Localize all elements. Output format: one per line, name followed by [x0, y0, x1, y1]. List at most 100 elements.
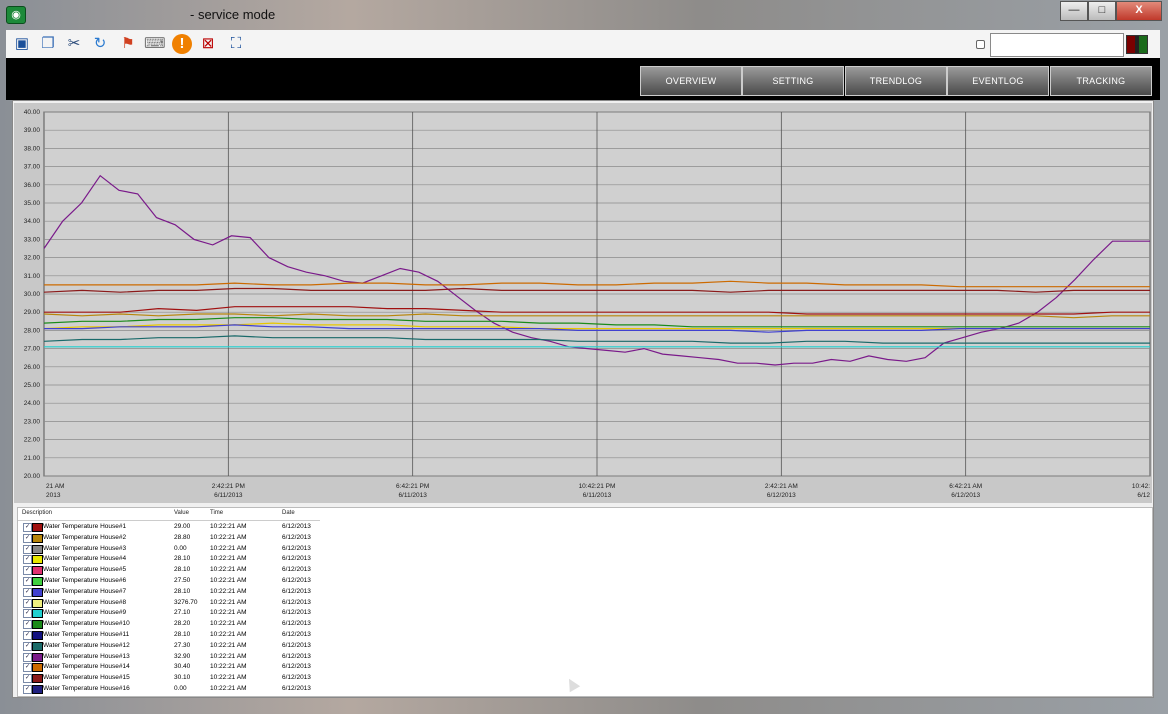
legend-row[interactable]: ✓ Water Temperature House#3 0.00 10:22:21 A… — [18, 544, 338, 554]
series-description: Water Temperature House#16 — [43, 685, 130, 692]
series-checkbox[interactable]: ✓ — [23, 620, 32, 630]
y-tick-label: 31.00 — [24, 273, 41, 280]
refresh-icon[interactable]: ↻ — [90, 34, 110, 54]
app-eye-icon[interactable]: ◉ — [6, 6, 26, 24]
y-tick-label: 21.00 — [24, 455, 41, 462]
series-checkbox[interactable]: ✓ — [23, 631, 32, 640]
tab-trendlog[interactable]: TRENDLOG — [845, 66, 947, 96]
legend-row[interactable]: ✓ Water Temperature House#5 28.10 10:22:21 … — [18, 565, 338, 576]
fullscreen-icon[interactable]: ⛶ — [226, 34, 246, 54]
legend-row[interactable]: ✓ Water Temperature House#9 27.10 10:22:21 … — [18, 608, 338, 619]
minimize-button[interactable]: — — [1060, 1, 1088, 21]
series-time: 10:22:21 AM — [210, 609, 247, 617]
close-button[interactable]: X — [1116, 1, 1162, 21]
legend-row[interactable]: ✓ Water Temperature House#11 28.10 10:22:21… — [18, 630, 338, 640]
series-date: 6/12/2013 — [282, 544, 311, 552]
tab-eventlog[interactable]: EVENTLOG — [947, 66, 1049, 96]
keyboard-icon[interactable]: ⌨ — [144, 34, 166, 54]
tab-overview[interactable]: OVERVIEW — [640, 66, 742, 96]
series-description: Water Temperature House#6 — [43, 577, 127, 584]
series-checkbox[interactable]: ✓ — [23, 598, 32, 608]
legend-row[interactable]: ✓ Water Temperature House#15 30.10 10:22:21… — [18, 673, 338, 684]
tab-tracking[interactable]: TRACKING — [1050, 66, 1152, 96]
series-value: 28.10 — [174, 566, 191, 574]
y-tick-label: 30.00 — [24, 291, 41, 298]
series-description: Water Temperature House#7 — [43, 587, 127, 595]
series-value: 27.30 — [174, 641, 191, 649]
series-time: 10:22:21 AM — [210, 587, 247, 595]
y-tick-label: 37.00 — [24, 164, 41, 171]
legend-row[interactable]: ✓ Water Temperature House#16 0.00 10:22:21 … — [18, 684, 338, 694]
series-color-swatch — [32, 652, 43, 662]
alert-icon[interactable]: ! — [172, 34, 192, 54]
series-time: 10:22:21 AM — [210, 631, 247, 638]
series-checkbox[interactable]: ✓ — [23, 577, 32, 586]
legend-row[interactable]: ✓ Water Temperature House#8 3276.70 10:22:2… — [18, 598, 338, 608]
series-checkbox[interactable]: ✓ — [23, 663, 32, 673]
x-tick-time-label: 2:42:21 PM — [212, 483, 245, 490]
series-color-swatch — [32, 685, 43, 694]
legend-row[interactable]: ✓ Water Temperature House#10 28.20 10:22:21… — [18, 619, 338, 630]
series-checkbox[interactable]: ✓ — [23, 544, 32, 554]
network-disconnect-icon[interactable]: ⊠ — [198, 34, 218, 54]
series-time: 10:22:21 AM — [210, 523, 247, 530]
series-date: 6/12/2013 — [282, 652, 311, 660]
series-checkbox[interactable]: ✓ — [23, 609, 32, 619]
tab-setting[interactable]: SETTING — [742, 66, 844, 96]
series-color-swatch — [32, 587, 43, 597]
legend-row[interactable]: ✓ Water Temperature House#4 28.10 10:22:21 … — [18, 554, 338, 565]
series-description: Water Temperature House#2 — [43, 533, 127, 541]
trend-panel: 40.00 39.00 38.00 37.00 36.00 35.00 34.00 33.00… — [12, 100, 1154, 698]
y-tick-label: 36.00 — [24, 182, 41, 189]
series-checkbox[interactable]: ✓ — [23, 685, 32, 694]
x-tick-time-label: 21 AM — [46, 483, 64, 490]
maximize-button[interactable]: □ — [1088, 1, 1116, 21]
tools-icon[interactable]: ✂ — [64, 34, 84, 54]
trend-chart[interactable]: 40.00 39.00 38.00 37.00 36.00 35.00 34.00 33.00… — [14, 103, 1152, 503]
legend-row[interactable]: ✓ Water Temperature House#12 27.30 10:22:21… — [18, 641, 338, 651]
y-tick-label: 20.00 — [24, 473, 41, 480]
x-tick-time-label: 2:42:21 AM — [765, 483, 798, 490]
y-tick-label: 25.00 — [24, 382, 41, 389]
series-checkbox[interactable]: ✓ — [23, 555, 32, 565]
series-checkbox[interactable]: ✓ — [23, 566, 32, 576]
series-checkbox[interactable]: ✓ — [23, 641, 32, 651]
series-value: 32.90 — [174, 652, 191, 660]
legend-row[interactable]: ✓ Water Temperature House#7 28.10 10:22:21 … — [18, 587, 338, 597]
series-date: 6/12/2013 — [282, 577, 311, 584]
series-checkbox[interactable]: ✓ — [23, 674, 32, 684]
legend-row[interactable]: ✓ Water Temperature House#14 30.40 10:22:21… — [18, 662, 338, 673]
series-date: 6/12/2013 — [282, 566, 311, 574]
legend-row[interactable]: ✓ Water Temperature House#2 28.80 10:22:21 … — [18, 533, 338, 543]
flag-icon[interactable] — [1126, 35, 1148, 54]
series-value: 28.20 — [174, 620, 191, 628]
legend-row[interactable]: ✓ Water Temperature House#13 32.90 10:22:21… — [18, 652, 338, 662]
series-date: 6/12/2013 — [282, 609, 311, 617]
y-tick-label: 33.00 — [24, 236, 41, 243]
series-checkbox[interactable]: ✓ — [23, 523, 32, 532]
y-tick-label: 24.00 — [24, 400, 41, 407]
series-time: 10:22:21 AM — [210, 544, 247, 552]
series-description: Water Temperature House#12 — [43, 641, 130, 649]
windows-icon[interactable]: ❐ — [38, 34, 58, 54]
windows-flag-icon[interactable]: ⚑ — [118, 34, 138, 54]
series-value: 28.80 — [174, 533, 191, 541]
x-tick-time-label: 10:42: — [1132, 483, 1150, 490]
series-checkbox[interactable]: ✓ — [23, 587, 32, 597]
option-checkbox[interactable] — [976, 40, 985, 49]
series-time: 10:22:21 AM — [210, 685, 247, 692]
series-checkbox[interactable]: ✓ — [23, 652, 32, 662]
legend-row[interactable]: ✓ Water Temperature House#6 27.50 10:22:21 … — [18, 576, 338, 586]
series-value: 28.10 — [174, 587, 191, 595]
series-checkbox[interactable]: ✓ — [23, 533, 32, 543]
search-input[interactable] — [990, 33, 1124, 57]
series-description: Water Temperature House#11 — [43, 631, 130, 638]
window-frame: ◉ - service mode — □ X ▣ ❐ ✂ ↻ ⚑ ⌨ ! ⊠ ⛶… — [0, 0, 1168, 714]
series-date: 6/12/2013 — [282, 533, 311, 541]
legend-row[interactable]: ✓ Water Temperature House#1 29.00 10:22:21 … — [18, 522, 338, 532]
series-value: 30.10 — [174, 674, 191, 682]
monitor-icon[interactable]: ▣ — [12, 34, 32, 54]
series-value: 27.10 — [174, 609, 191, 617]
toolbar: ▣ ❐ ✂ ↻ ⚑ ⌨ ! ⊠ ⛶ — [6, 30, 1160, 59]
y-tick-label: 38.00 — [24, 145, 41, 152]
